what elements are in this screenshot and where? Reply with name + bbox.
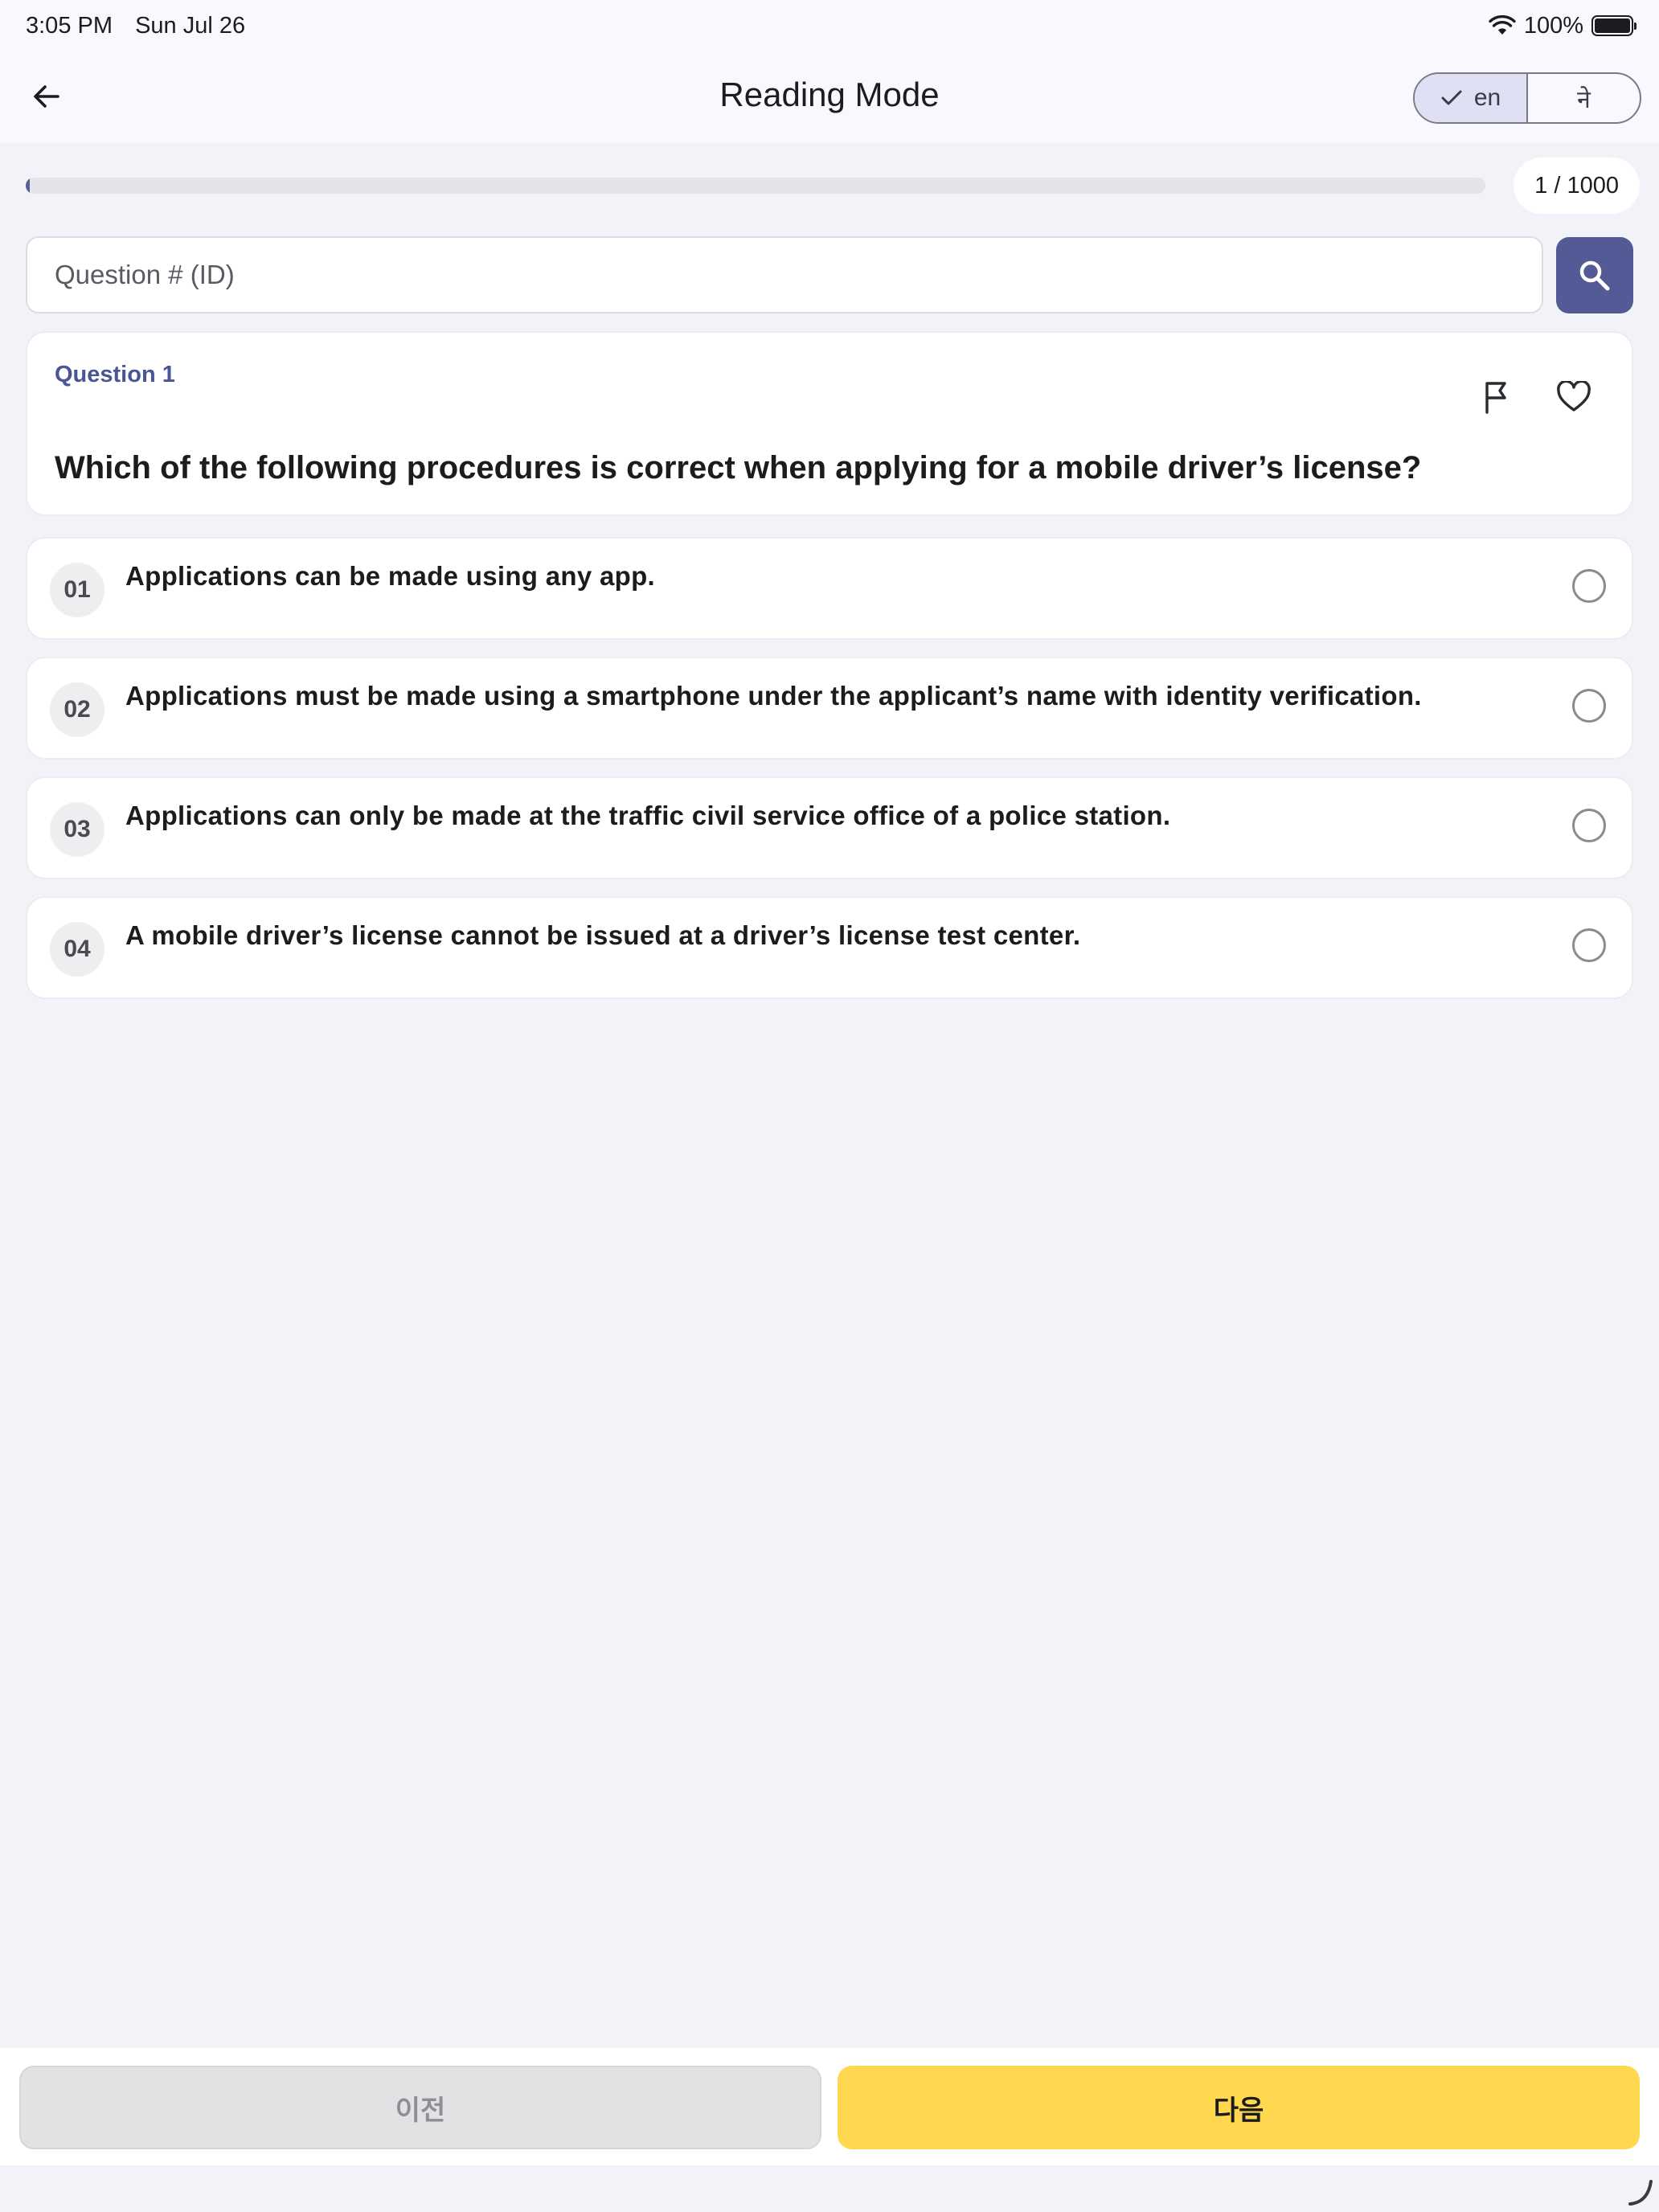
question-text: Which of the following procedures is cor… xyxy=(55,450,1422,485)
status-left: 3:05 PM Sun Jul 26 xyxy=(26,13,261,39)
status-right: 100% xyxy=(1489,12,1636,39)
answer-option-3[interactable]: 03 Applications can only be made at the … xyxy=(26,776,1633,879)
wifi-icon xyxy=(1489,15,1516,35)
answer-option-1[interactable]: 01 Applications can be made using any ap… xyxy=(26,537,1633,640)
option-radio[interactable] xyxy=(1572,928,1606,962)
previous-button[interactable]: 이전 xyxy=(19,2066,821,2149)
nav-bar: Reading Mode en ने xyxy=(0,51,1659,143)
lang-label-en: en xyxy=(1473,84,1501,111)
battery-percent: 100% xyxy=(1523,12,1583,39)
favorite-button[interactable] xyxy=(1551,375,1596,420)
flag-button[interactable] xyxy=(1474,375,1519,420)
status-bar: 3:05 PM Sun Jul 26 100% xyxy=(0,0,1659,51)
option-number: 04 xyxy=(50,922,104,977)
question-card: Question 1 Which of the following proced… xyxy=(26,331,1633,516)
heart-icon xyxy=(1557,381,1591,412)
flag-icon xyxy=(1485,382,1506,414)
option-text: Applications can only be made at the tra… xyxy=(125,801,1171,830)
language-toggle: en ने xyxy=(1413,72,1641,124)
search-icon xyxy=(1579,260,1610,290)
status-date: Sun Jul 26 xyxy=(135,12,246,39)
option-radio[interactable] xyxy=(1572,569,1606,603)
answer-option-2[interactable]: 02 Applications must be made using a sma… xyxy=(26,657,1633,760)
option-text: Applications can be made using any app. xyxy=(125,561,656,591)
option-text: Applications must be made using a smartp… xyxy=(125,681,1422,711)
progress-row: 1 / 1000 xyxy=(26,158,1640,214)
option-radio[interactable] xyxy=(1572,809,1606,842)
question-id-search-input[interactable] xyxy=(26,236,1543,313)
next-button[interactable]: 다음 xyxy=(838,2066,1640,2149)
progress-bar xyxy=(26,178,1485,194)
lang-option-en[interactable]: en xyxy=(1415,74,1528,122)
lang-option-ne[interactable]: ने xyxy=(1528,74,1640,122)
progress-count: 1 / 1000 xyxy=(1514,158,1640,214)
option-radio[interactable] xyxy=(1572,689,1606,723)
progress-fill xyxy=(26,178,31,194)
lang-label-ne: ने xyxy=(1577,86,1591,113)
status-time: 3:05 PM xyxy=(26,12,113,39)
option-number: 02 xyxy=(50,682,104,737)
battery-icon xyxy=(1591,15,1636,36)
search-button[interactable] xyxy=(1556,237,1633,313)
answer-option-4[interactable]: 04 A mobile driver’s license cannot be i… xyxy=(26,896,1633,999)
bottom-nav-bar: 이전 다음 xyxy=(0,2048,1659,2165)
option-text: A mobile driver’s license cannot be issu… xyxy=(125,920,1081,950)
check-icon xyxy=(1441,90,1462,105)
question-number-label: Question 1 xyxy=(55,362,175,387)
option-number: 01 xyxy=(50,563,104,617)
option-number: 03 xyxy=(50,802,104,857)
resize-corner-icon xyxy=(1628,2180,1653,2206)
page-title: Reading Mode xyxy=(719,76,940,113)
